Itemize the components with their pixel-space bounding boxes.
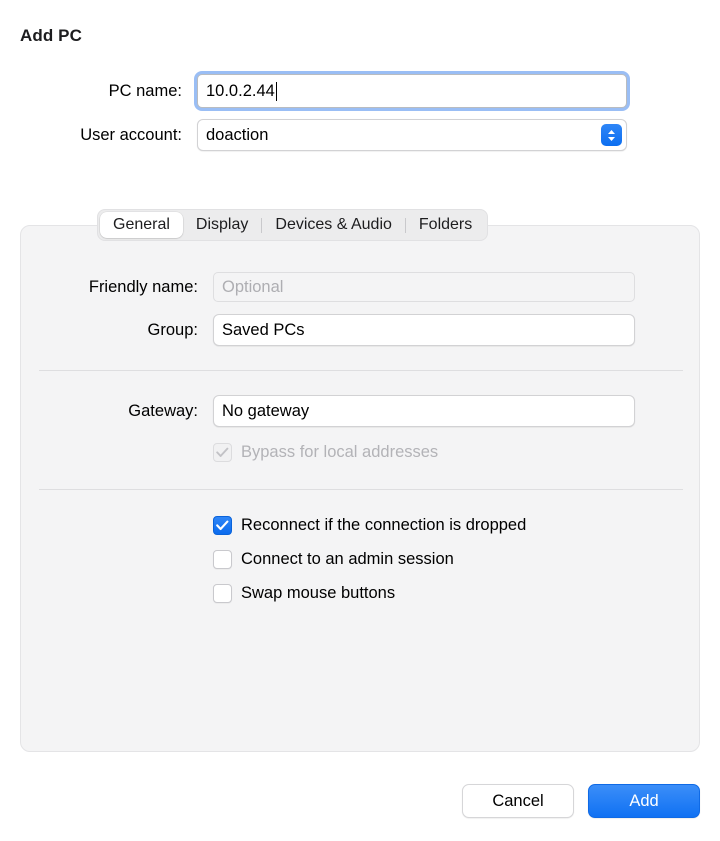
text-caret <box>275 81 277 101</box>
bypass-local-addresses-label: Bypass for local addresses <box>241 442 439 461</box>
bypass-local-addresses-checkbox: Bypass for local addresses <box>213 439 701 465</box>
checkbox-box <box>213 515 232 535</box>
chevron-up-down-icon <box>309 404 322 419</box>
group-row: Group: Saved PCs <box>21 314 701 346</box>
tab-display[interactable]: Display <box>183 212 261 238</box>
gateway-label: Gateway: <box>128 401 198 420</box>
admin-session-label: Connect to an admin session <box>241 549 454 568</box>
page-title: Add PC <box>20 26 82 45</box>
pc-name-input[interactable]: 10.0.2.44 <box>197 74 627 108</box>
chevron-up-down-icon <box>305 323 318 338</box>
pc-name-label: PC name: <box>108 81 182 100</box>
cancel-button-label: Cancel <box>492 791 544 810</box>
add-button[interactable]: Add <box>588 784 700 818</box>
chevron-up-down-icon <box>601 124 622 146</box>
reconnect-checkbox[interactable]: Reconnect if the connection is dropped <box>213 512 701 538</box>
user-account-row: User account: doaction <box>0 119 720 151</box>
checkbox-box <box>213 442 232 462</box>
friendly-name-placeholder: Optional <box>222 277 284 296</box>
pc-name-value: 10.0.2.44 <box>206 81 275 100</box>
user-account-value: doaction <box>206 125 269 144</box>
swap-mouse-buttons-label: Swap mouse buttons <box>241 583 396 602</box>
group-label: Group: <box>147 320 198 339</box>
general-form: Friendly name: Optional Group: Saved PCs… <box>21 272 701 606</box>
tab-folders[interactable]: Folders <box>406 212 485 238</box>
user-account-select[interactable]: doaction <box>197 119 627 151</box>
cancel-button[interactable]: Cancel <box>462 784 574 818</box>
divider-2 <box>39 489 683 490</box>
tab-general[interactable]: General <box>100 212 183 238</box>
gateway-select[interactable]: No gateway <box>213 395 635 427</box>
checkbox-box <box>213 583 232 603</box>
gateway-value: No gateway <box>222 401 310 420</box>
tab-display-label: Display <box>195 216 249 233</box>
group-select[interactable]: Saved PCs <box>213 314 635 346</box>
tab-general-label: General <box>113 216 170 233</box>
admin-session-checkbox[interactable]: Connect to an admin session <box>213 546 701 572</box>
tab-devices-audio[interactable]: Devices & Audio <box>262 212 405 238</box>
top-form: PC name: 10.0.2.44 User account: doactio… <box>0 74 720 162</box>
tab-devices-audio-label: Devices & Audio <box>275 216 392 233</box>
divider-1 <box>39 370 683 371</box>
pc-name-row: PC name: 10.0.2.44 <box>0 74 720 108</box>
user-account-label: User account: <box>80 125 182 144</box>
add-button-label: Add <box>629 791 659 810</box>
reconnect-label: Reconnect if the connection is dropped <box>241 515 527 534</box>
checkbox-box <box>213 549 232 569</box>
tab-bar: General Display Devices & Audio Folders <box>97 209 489 241</box>
tab-folders-label: Folders <box>418 216 473 233</box>
dialog-footer: Cancel Add <box>462 784 700 818</box>
friendly-name-label: Friendly name: <box>88 277 198 296</box>
general-settings-panel: Friendly name: Optional Group: Saved PCs… <box>20 225 700 752</box>
friendly-name-row: Friendly name: Optional <box>21 272 701 302</box>
gateway-row: Gateway: No gateway <box>21 395 701 427</box>
swap-mouse-buttons-checkbox[interactable]: Swap mouse buttons <box>213 580 701 606</box>
friendly-name-input[interactable]: Optional <box>213 272 635 302</box>
group-value: Saved PCs <box>222 320 305 339</box>
